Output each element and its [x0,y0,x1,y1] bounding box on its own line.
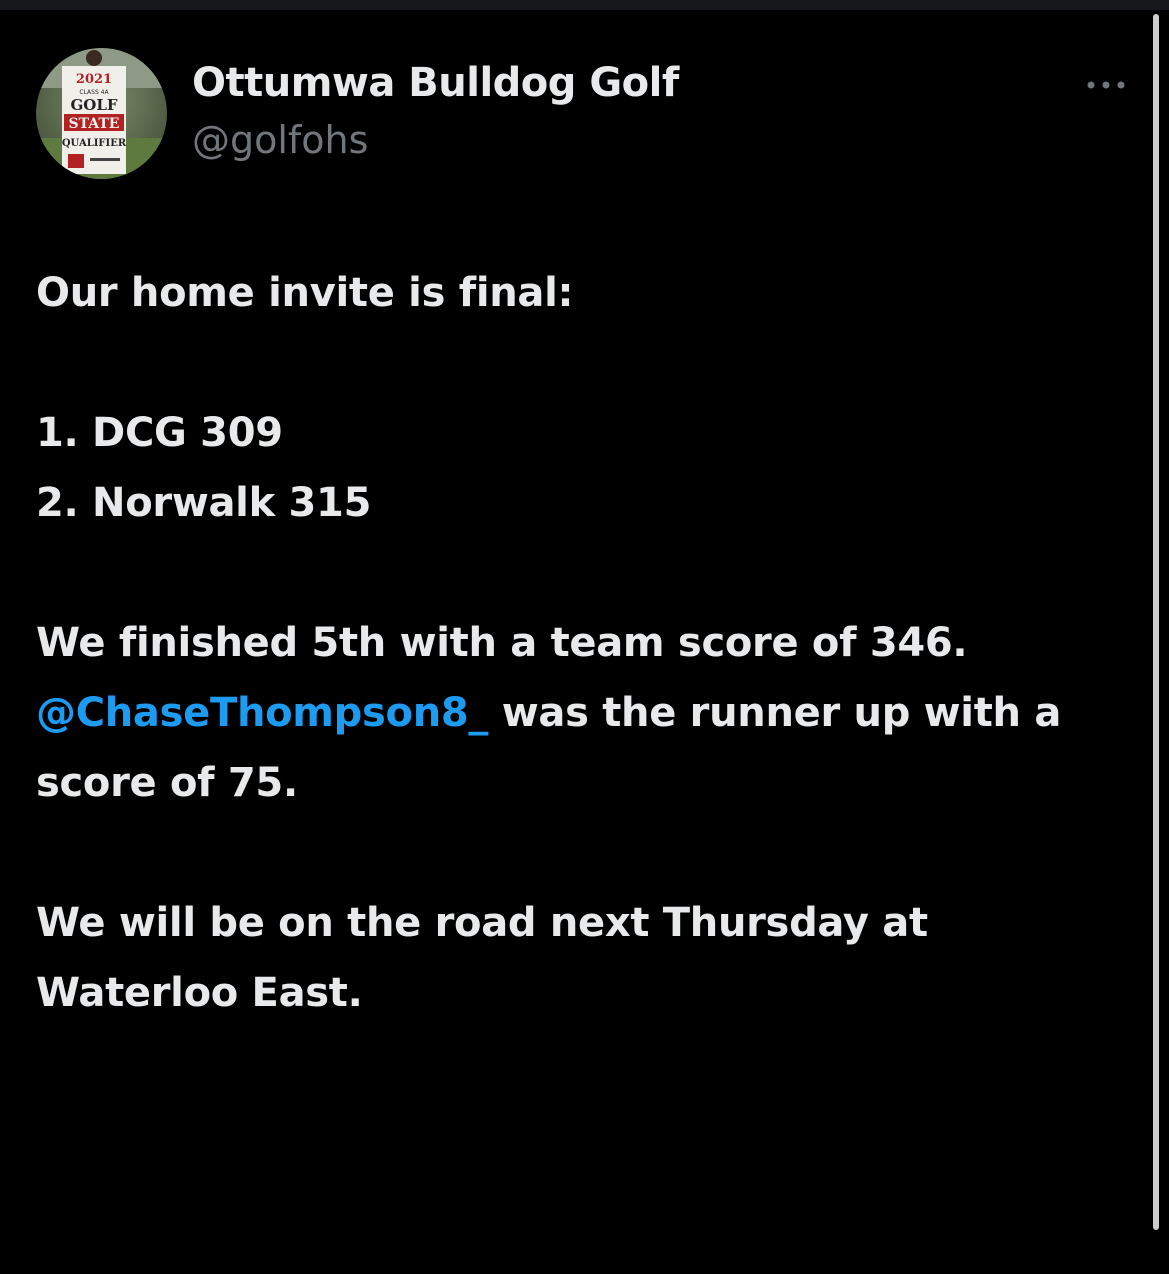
tweet-text: Our home invite is final: 1. DCG 309 2. … [36,258,1136,1028]
avatar-banner-golf: GOLF [70,96,117,114]
avatar-banner-class: CLASS 4A [79,89,109,96]
tweet-runner-up: @ChaseThompson8_ was the runner up with … [36,678,1136,818]
author-display-name[interactable]: Ottumwa Bulldog Golf [192,60,679,106]
more-horizontal-icon [1087,81,1125,89]
tweet-finish-line: We finished 5th with a team score of 346… [36,620,968,666]
tweet-closing: We will be on the road next Thursday at … [36,900,928,1016]
avatar-image: 2021 CLASS 4A GOLF STATE QUALIFIER [36,48,167,179]
top-bar [0,0,1169,10]
result-line: 2. Norwalk 315 [36,480,372,526]
author-handle[interactable]: @golfohs [192,118,368,162]
author-avatar[interactable]: 2021 CLASS 4A GOLF STATE QUALIFIER [36,48,167,179]
scrollbar-thumb[interactable] [1153,14,1159,1230]
mention-link[interactable]: @ChaseThompson8_ [36,690,488,736]
avatar-banner-state: STATE [69,116,120,132]
result-line: 1. DCG 309 [36,410,283,456]
avatar-banner-qualifier: QUALIFIER [62,138,127,149]
tweet-intro: Our home invite is final: [36,270,574,316]
more-options-button[interactable] [1080,70,1132,100]
avatar-banner-year: 2021 [76,72,112,87]
